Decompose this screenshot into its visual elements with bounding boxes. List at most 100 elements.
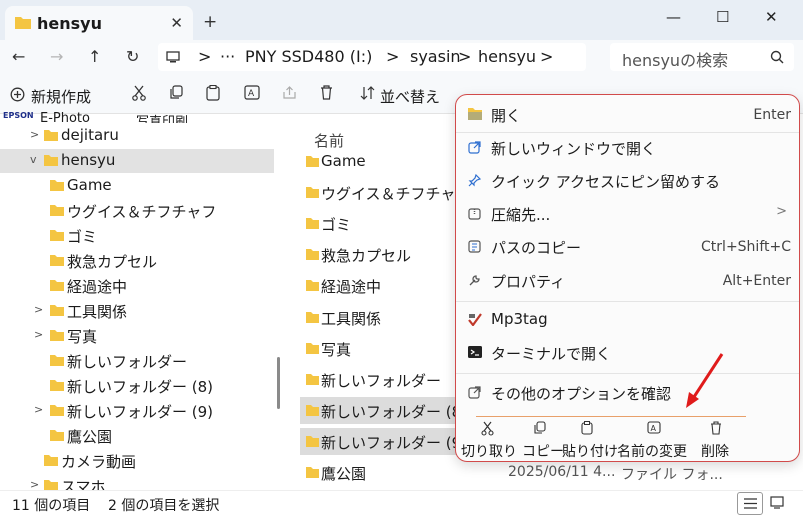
file-row[interactable]: 新しいフォルダー: [300, 366, 468, 393]
tree-item-label: 鷹公園: [67, 428, 113, 446]
copy-icon[interactable]: [169, 85, 184, 100]
pinned-item-photo-print[interactable]: 写真印刷: [136, 111, 188, 123]
tab-close-icon[interactable]: ✕: [170, 14, 183, 32]
details-view-button[interactable]: [737, 492, 763, 515]
breadcrumb-item[interactable]: PNY SSD480 (I:): [245, 47, 372, 66]
rename-icon[interactable]: A: [244, 85, 260, 100]
forward-button[interactable]: →: [50, 47, 63, 66]
folder-icon: [306, 343, 319, 354]
breadcrumb-overflow[interactable]: ···: [220, 47, 235, 66]
paste-icon[interactable]: [206, 85, 220, 101]
svg-text:A: A: [651, 424, 657, 433]
file-name: 救急カプセル: [321, 247, 412, 265]
chevron-right-icon[interactable]: >: [34, 403, 43, 416]
tree-item-label: ウグイス＆チフチャフ: [67, 203, 217, 221]
folder-icon: [44, 155, 58, 166]
file-row[interactable]: ウグイス＆チフチャフ: [300, 179, 470, 206]
trash-icon[interactable]: [320, 85, 333, 100]
chevron-right-icon[interactable]: >: [34, 303, 43, 316]
folder-icon: [50, 380, 64, 391]
search-input[interactable]: hensyuの検索: [610, 43, 794, 71]
file-row[interactable]: 経過途中: [300, 272, 468, 299]
chevron-right-icon[interactable]: >: [30, 128, 39, 141]
copy-path-icon: [468, 240, 481, 253]
breadcrumb[interactable]: > ··· PNY SSD480 (I:) > syasin > hensyu …: [158, 43, 586, 71]
tree-item[interactable]: ゴミ: [0, 224, 274, 248]
breadcrumb-item[interactable]: syasin: [410, 47, 461, 66]
tree-item-label: 新しいフォルダー (8): [67, 378, 214, 396]
menu-item-open-terminal[interactable]: ターミナルで開く: [456, 338, 799, 368]
breadcrumb-item[interactable]: hensyu: [478, 47, 536, 66]
menu-item-compress[interactable]: 圧縮先... >: [456, 199, 799, 229]
folder-icon: [44, 130, 58, 141]
file-row[interactable]: 鷹公園: [300, 459, 468, 486]
file-row[interactable]: 救急カプセル: [300, 241, 468, 268]
sort-ascending-icon: ^: [399, 124, 409, 131]
new-button[interactable]: 新規作成: [31, 86, 91, 107]
menu-item-properties[interactable]: プロパティ Alt+Enter: [456, 266, 799, 296]
tree-item[interactable]: > 工具関係: [0, 299, 274, 323]
menu-item-mp3tag[interactable]: Mp3tag: [456, 305, 799, 335]
menu-item-open-new-window[interactable]: 新しいウィンドウで開く: [456, 133, 799, 163]
folder-icon: [306, 187, 319, 198]
file-row[interactable]: 新しいフォルダー (9): [300, 428, 468, 455]
action-label: 貼り付け: [562, 444, 618, 460]
tree-item[interactable]: ウグイス＆チフチャフ: [0, 199, 274, 223]
file-name: 新しいフォルダー (8): [321, 403, 468, 421]
tree-item[interactable]: 救急カプセル: [0, 249, 274, 273]
file-row[interactable]: Game: [300, 148, 468, 175]
file-row[interactable]: ゴミ: [300, 210, 468, 237]
tree-item[interactable]: 新しいフォルダー (8): [0, 374, 274, 398]
menu-item-copy-path[interactable]: パスのコピー Ctrl+Shift+C: [456, 232, 799, 262]
rename-action-button[interactable]: A 名前の変更: [616, 421, 696, 461]
folder-icon: [50, 355, 64, 366]
back-button[interactable]: ←: [12, 47, 25, 66]
sort-button[interactable]: 並べ替え: [380, 86, 440, 107]
share-icon[interactable]: [282, 85, 297, 100]
delete-action-button[interactable]: 削除: [700, 421, 780, 461]
maximize-button[interactable]: ☐: [716, 8, 729, 26]
tree-item[interactable]: カメラ動画: [0, 449, 274, 473]
up-button[interactable]: ↑: [88, 47, 101, 66]
tree-item[interactable]: > スマホ: [0, 474, 274, 490]
cut-icon: [481, 421, 494, 436]
plus-circle-icon[interactable]: [10, 87, 25, 102]
minimize-button[interactable]: —: [666, 8, 681, 26]
file-row[interactable]: 新しいフォルダー (8): [300, 397, 468, 424]
menu-item-pin-quick-access[interactable]: クイック アクセスにピン留めする: [456, 166, 799, 196]
tree-item[interactable]: Game: [0, 174, 274, 198]
tree-item[interactable]: v hensyu: [0, 149, 274, 173]
tree-item[interactable]: 経過途中: [0, 274, 274, 298]
folder-icon: [306, 156, 319, 167]
tree-item[interactable]: > dejitaru: [0, 124, 274, 148]
file-row[interactable]: 写真: [300, 335, 468, 362]
menu-item-label: Mp3tag: [491, 310, 548, 328]
computer-icon: [166, 51, 180, 63]
breadcrumb-separator: >: [458, 47, 472, 66]
refresh-button[interactable]: ↻: [126, 47, 139, 66]
tab-hensyu[interactable]: hensyu ✕: [5, 6, 193, 40]
cut-icon[interactable]: [132, 85, 146, 101]
menu-item-open[interactable]: 開く Enter: [456, 100, 799, 130]
tree-item[interactable]: 鷹公園: [0, 424, 274, 448]
menu-item-more-options[interactable]: その他のオプションを確認: [456, 378, 799, 408]
folder-icon: [50, 255, 64, 266]
chevron-right-icon[interactable]: >: [34, 328, 43, 341]
svg-text:A: A: [248, 89, 255, 99]
folder-icon: [15, 17, 31, 29]
tree-item-label: ゴミ: [67, 228, 98, 246]
tree-item[interactable]: > 新しいフォルダー (9): [0, 399, 274, 423]
tree-item[interactable]: > 写真: [0, 324, 274, 348]
tiles-view-icon[interactable]: [770, 496, 784, 509]
close-window-button[interactable]: ✕: [765, 8, 778, 26]
tree-item-label: カメラ動画: [61, 453, 137, 471]
new-tab-button[interactable]: +: [203, 12, 217, 32]
navigation-scrollbar[interactable]: [277, 357, 280, 409]
pinned-item-ephoto[interactable]: E-Photo: [40, 111, 90, 123]
chevron-down-icon[interactable]: v: [30, 153, 37, 166]
chevron-right-icon[interactable]: >: [30, 478, 39, 490]
pin-icon: [468, 174, 481, 187]
folder-icon: [306, 249, 319, 260]
tree-item[interactable]: 新しいフォルダー: [0, 349, 274, 373]
file-row[interactable]: 工具関係: [300, 304, 468, 331]
